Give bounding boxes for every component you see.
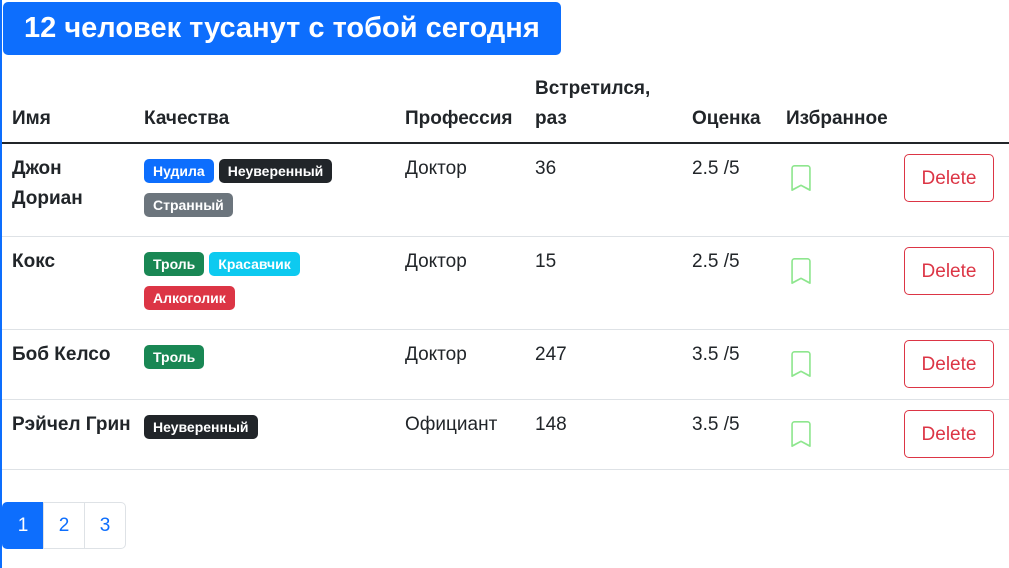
profession-cell: Доктор: [395, 236, 525, 330]
rating-cell: 2.5 /5: [682, 236, 776, 330]
favorite-cell: [776, 236, 894, 330]
qualities-cell: Нудила Неуверенный Странный: [134, 143, 395, 237]
pagination: 123: [2, 502, 126, 549]
table-row: Рэйчел Грин Неуверенный Официант 148 3.5…: [2, 399, 1009, 470]
profession-cell: Доктор: [395, 143, 525, 237]
table-row: Джон Дориан Нудила Неуверенный Странный До…: [2, 143, 1009, 237]
actions-cell: Delete: [894, 236, 1009, 330]
quality-badge: Неуверенный: [144, 415, 258, 439]
delete-button[interactable]: Delete: [904, 154, 994, 202]
bookmark-icon[interactable]: [788, 348, 814, 390]
profession-cell: Официант: [395, 399, 525, 470]
met-count-cell: 15: [525, 236, 682, 330]
quality-badge: Странный: [144, 193, 233, 217]
rating-cell: 3.5 /5: [682, 329, 776, 400]
profession-cell: Доктор: [395, 329, 525, 400]
qualities-badges: Троль: [144, 340, 395, 379]
column-header-rating: Оценка: [682, 74, 776, 144]
qualities-cell: Троль Красавчик Алкоголик: [134, 236, 395, 330]
people-count-headline: 12 человек тусанут с тобой сегодня: [3, 2, 561, 55]
page-link-3[interactable]: 3: [84, 502, 126, 549]
column-header-favorite: Избранное: [776, 74, 894, 144]
qualities-badges: Троль Красавчик Алкоголик: [144, 247, 395, 320]
actions-cell: Delete: [894, 399, 1009, 470]
actions-cell: Delete: [894, 329, 1009, 400]
table-header-row: Имя Качества Профессия Встретился, раз О…: [2, 74, 1009, 144]
qualities-cell: Неуверенный: [134, 399, 395, 470]
qualities-badges: Неуверенный: [144, 410, 395, 449]
met-count-cell: 36: [525, 143, 682, 237]
people-table: Имя Качества Профессия Встретился, раз О…: [2, 74, 1009, 470]
bookmark-icon[interactable]: [788, 162, 814, 204]
column-header-actions: [894, 74, 1009, 144]
qualities-cell: Троль: [134, 329, 395, 400]
delete-button[interactable]: Delete: [904, 247, 994, 295]
column-header-met: Встретился, раз: [525, 74, 682, 144]
favorite-cell: [776, 329, 894, 400]
delete-button[interactable]: Delete: [904, 410, 994, 458]
met-count-cell: 247: [525, 329, 682, 400]
quality-badge: Троль: [144, 252, 205, 276]
met-count-cell: 148: [525, 399, 682, 470]
table-row: Кокс Троль Красавчик Алкоголик Доктор 15 2…: [2, 236, 1009, 330]
person-name: Рэйчел Грин: [2, 399, 134, 470]
page-link-2[interactable]: 2: [43, 502, 85, 549]
person-name: Боб Келсо: [2, 329, 134, 400]
quality-badge: Троль: [144, 345, 205, 369]
quality-badge: Нудила: [144, 159, 214, 183]
person-name: Кокс: [2, 236, 134, 330]
bookmark-icon[interactable]: [788, 418, 814, 460]
person-name: Джон Дориан: [2, 143, 134, 237]
bookmark-icon[interactable]: [788, 255, 814, 297]
column-header-qualities: Качества: [134, 74, 395, 144]
qualities-badges: Нудила Неуверенный Странный: [144, 154, 395, 227]
column-header-name: Имя: [2, 74, 134, 144]
page: 12 человек тусанут с тобой сегодня Имя К…: [0, 0, 1009, 568]
quality-badge: Неуверенный: [218, 159, 333, 183]
quality-badge: Красавчик: [209, 252, 300, 276]
rating-cell: 2.5 /5: [682, 143, 776, 237]
column-header-profession: Профессия: [395, 74, 525, 144]
favorite-cell: [776, 399, 894, 470]
rating-cell: 3.5 /5: [682, 399, 776, 470]
table-row: Боб Келсо Троль Доктор 247 3.5 /5 Delete: [2, 329, 1009, 400]
favorite-cell: [776, 143, 894, 237]
actions-cell: Delete: [894, 143, 1009, 237]
quality-badge: Алкоголик: [144, 286, 235, 310]
delete-button[interactable]: Delete: [904, 340, 994, 388]
table-body: Джон Дориан Нудила НеуверенныйСтранный До…: [2, 143, 1009, 470]
page-link-1[interactable]: 1: [2, 502, 44, 549]
